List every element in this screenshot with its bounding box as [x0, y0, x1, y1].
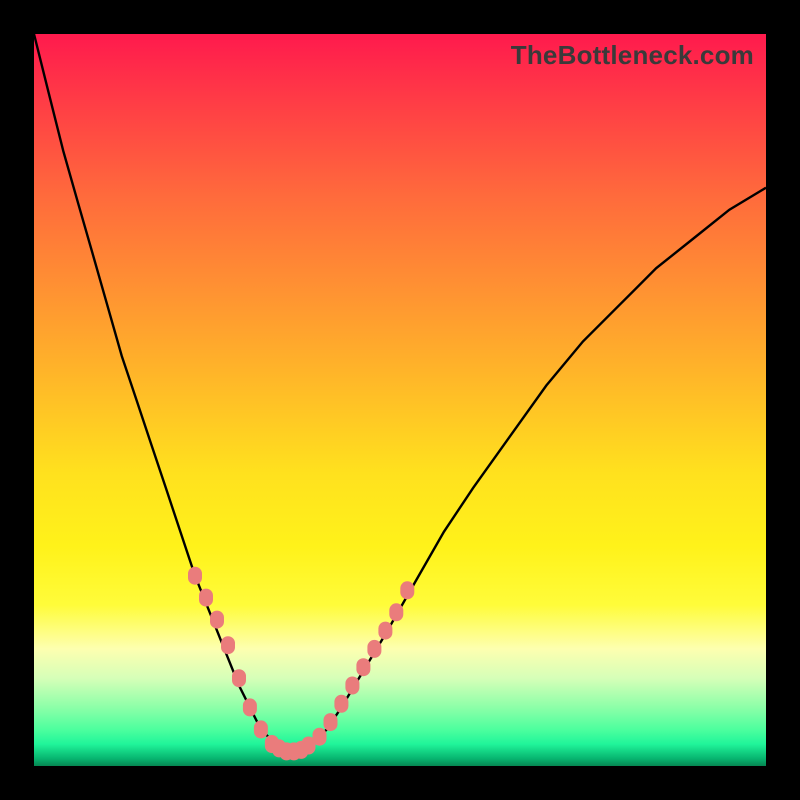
marker-dot [345, 677, 359, 695]
chart-svg [34, 34, 766, 766]
bottleneck-curve [34, 34, 766, 751]
marker-dot [324, 713, 338, 731]
marker-dot [367, 640, 381, 658]
marker-dot [378, 622, 392, 640]
marker-dots [188, 567, 414, 761]
marker-dot [232, 669, 246, 687]
marker-dot [188, 567, 202, 585]
marker-dot [313, 728, 327, 746]
marker-dot [199, 589, 213, 607]
plot-area: TheBottleneck.com [34, 34, 766, 766]
marker-dot [334, 695, 348, 713]
marker-dot [210, 611, 224, 629]
marker-dot [356, 658, 370, 676]
marker-dot [254, 720, 268, 738]
marker-dot [389, 603, 403, 621]
marker-dot [221, 636, 235, 654]
outer-frame: TheBottleneck.com [0, 0, 800, 800]
marker-dot [243, 698, 257, 716]
marker-dot [400, 581, 414, 599]
